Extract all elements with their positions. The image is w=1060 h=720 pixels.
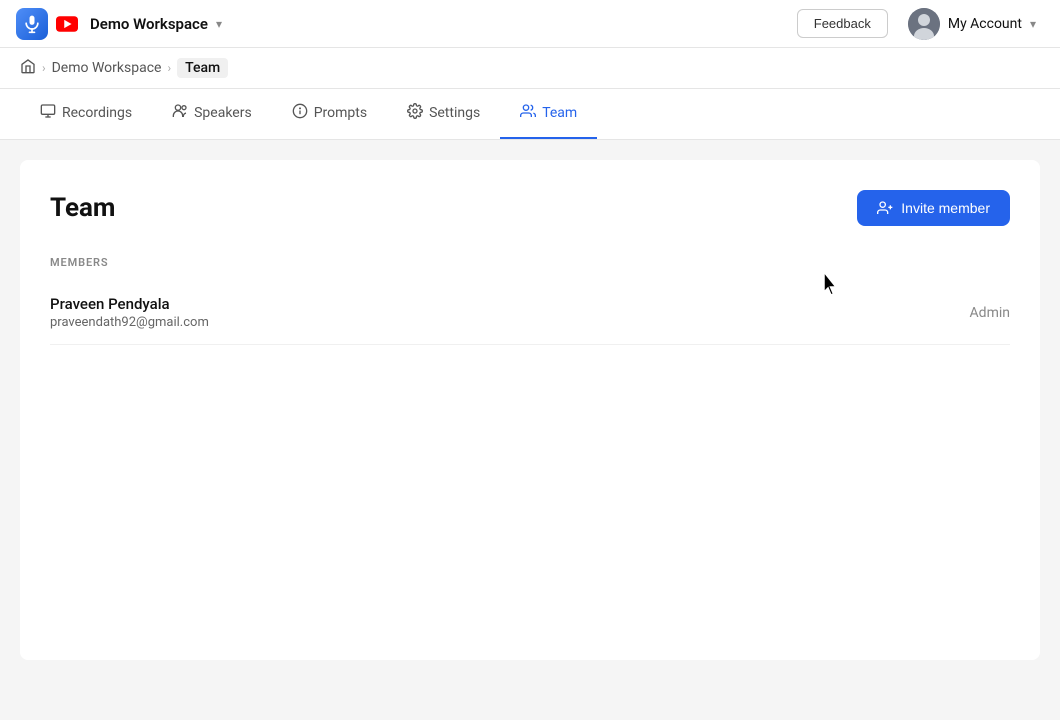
recordings-icon <box>40 103 56 123</box>
team-icon <box>520 103 536 123</box>
account-button[interactable]: My Account ▾ <box>900 4 1044 44</box>
breadcrumb-home-icon[interactable] <box>20 58 36 78</box>
workspace-chevron-icon[interactable]: ▾ <box>216 17 222 31</box>
prompts-icon <box>292 103 308 123</box>
member-name: Praveen Pendyala <box>50 295 209 313</box>
top-nav-right: Feedback My Account ▾ <box>797 4 1044 44</box>
breadcrumb-workspace[interactable]: Demo Workspace <box>52 60 162 76</box>
youtube-icon <box>56 16 78 32</box>
tab-speakers-label: Speakers <box>194 105 252 121</box>
member-info: Praveen Pendyala praveendath92@gmail.com <box>50 295 209 330</box>
breadcrumb-sep-2: › <box>167 61 171 75</box>
speakers-icon <box>172 103 188 123</box>
page-header: Team Invite member <box>50 190 1010 226</box>
main-content: Team Invite member MEMBERS Praveen Pendy… <box>20 160 1040 660</box>
top-nav: Demo Workspace ▾ Feedback My Account ▾ <box>0 0 1060 48</box>
tab-team-label: Team <box>542 105 577 121</box>
breadcrumb: › Demo Workspace › Team <box>0 48 1060 89</box>
tab-settings[interactable]: Settings <box>387 89 500 139</box>
tab-settings-label: Settings <box>429 105 480 121</box>
tab-team[interactable]: Team <box>500 89 597 139</box>
tab-prompts-label: Prompts <box>314 105 367 121</box>
page-title: Team <box>50 193 115 223</box>
invite-button-label: Invite member <box>901 200 990 216</box>
breadcrumb-sep-1: › <box>42 61 46 75</box>
app-logo <box>16 8 48 40</box>
breadcrumb-current: Team <box>177 58 228 78</box>
invite-icon <box>877 200 893 216</box>
member-email: praveendath92@gmail.com <box>50 315 209 330</box>
feedback-button[interactable]: Feedback <box>797 9 888 38</box>
account-name: My Account <box>948 16 1022 32</box>
tab-recordings[interactable]: Recordings <box>20 89 152 139</box>
account-chevron-icon: ▾ <box>1030 17 1036 31</box>
member-role: Admin <box>970 305 1010 321</box>
workspace-name: Demo Workspace <box>90 15 208 33</box>
members-section-label: MEMBERS <box>50 256 1010 269</box>
tab-recordings-label: Recordings <box>62 105 132 121</box>
invite-member-button[interactable]: Invite member <box>857 190 1010 226</box>
settings-icon <box>407 103 423 123</box>
avatar <box>908 8 940 40</box>
tab-speakers[interactable]: Speakers <box>152 89 272 139</box>
top-nav-left: Demo Workspace ▾ <box>16 8 222 40</box>
table-row: Praveen Pendyala praveendath92@gmail.com… <box>50 281 1010 345</box>
tab-prompts[interactable]: Prompts <box>272 89 387 139</box>
tabs-bar: Recordings Speakers Prompts <box>0 89 1060 140</box>
